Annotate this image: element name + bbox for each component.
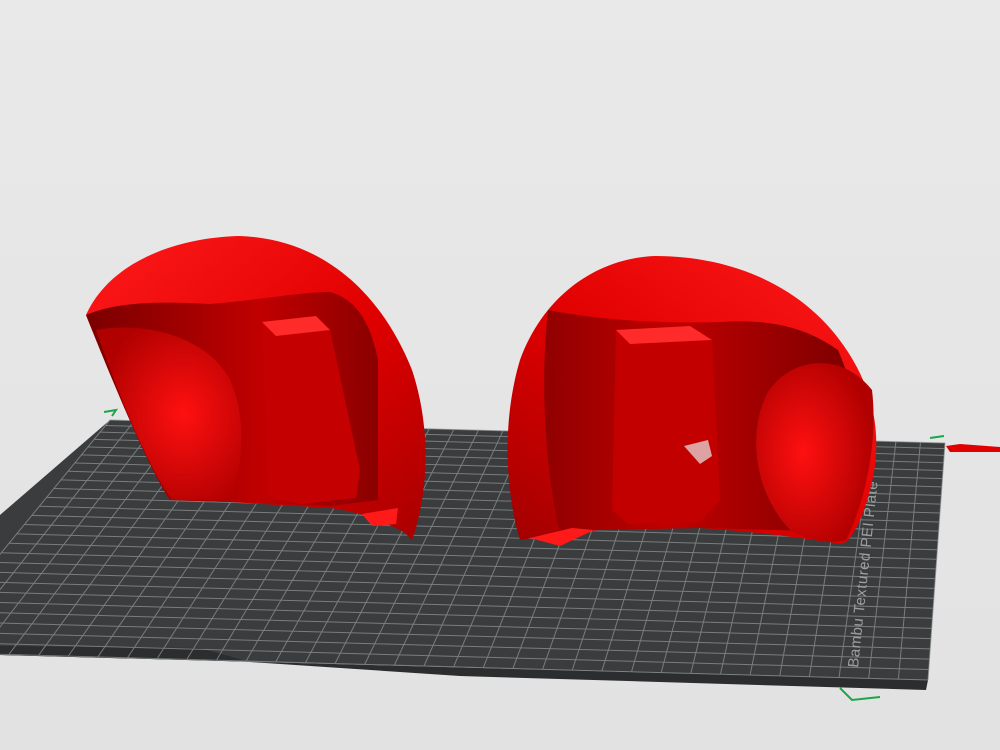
axis-indicator-bottom <box>839 687 881 702</box>
axis-indicator-top <box>929 435 945 439</box>
axis-indicator-left <box>103 408 119 417</box>
scene-canvas[interactable]: Bambu Textured PEI Plate <box>0 0 1000 750</box>
right-face-panel <box>612 326 720 524</box>
plate-corner-marker <box>946 444 1000 452</box>
3d-viewport[interactable]: Bambu Textured PEI Plate <box>0 0 1000 750</box>
helmet-half-right[interactable] <box>507 256 877 546</box>
